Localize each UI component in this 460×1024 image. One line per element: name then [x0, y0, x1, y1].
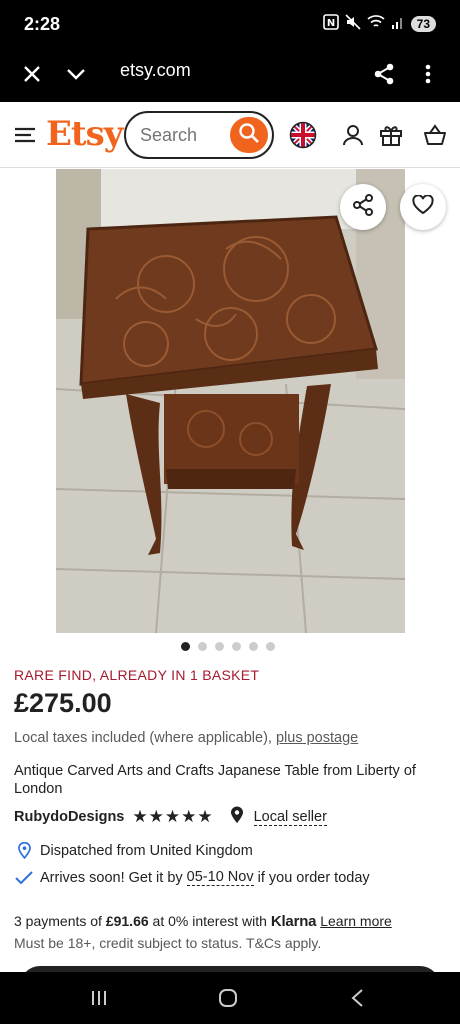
arrival-row: Arrives soon! Get it by 05-10 Nov if you… [14, 869, 370, 886]
klarna-amount: £91.66 [105, 913, 149, 929]
local-seller-link[interactable]: Local seller [253, 809, 327, 826]
location-pin-icon [230, 806, 244, 828]
carousel-dots[interactable] [181, 642, 275, 651]
checkmark-icon [14, 870, 34, 885]
gift-icon[interactable] [376, 120, 406, 150]
share-icon [352, 193, 374, 221]
account-icon[interactable] [338, 120, 368, 150]
wifi-icon [367, 14, 385, 33]
listing-title: Antique Carved Arts and Crafts Japanese … [14, 763, 416, 797]
rating-stars: ★★★★★ [132, 807, 214, 826]
plus-postage-link[interactable]: plus postage [276, 730, 358, 746]
dispatch-row: Dispatched from United Kingdom [14, 842, 253, 859]
uk-flag-icon[interactable] [288, 120, 318, 150]
etsy-logo[interactable]: Etsy [46, 114, 124, 154]
back-icon[interactable] [342, 986, 372, 1010]
close-icon[interactable] [14, 56, 50, 92]
nfc-icon: N [322, 14, 339, 33]
recents-icon[interactable] [84, 986, 114, 1010]
status-bar: 2:28 N 73 [0, 0, 460, 46]
location-pin-icon [14, 842, 34, 859]
search-icon [238, 122, 260, 149]
learn-more-link[interactable]: Learn more [320, 913, 392, 929]
battery-icon: 73 [410, 15, 436, 32]
klarna-prefix: 3 payments of [14, 913, 102, 929]
carousel-dot[interactable] [249, 642, 258, 651]
product-image[interactable] [56, 169, 405, 633]
basket-icon[interactable] [420, 120, 450, 150]
carousel-dot[interactable] [181, 642, 190, 651]
browser-toolbar: etsy.com [0, 46, 460, 102]
seller-row: RubydoDesigns ★★★★★ Local seller [14, 806, 327, 828]
more-vertical-icon[interactable] [410, 56, 446, 92]
share-icon[interactable] [366, 56, 402, 92]
home-icon[interactable] [213, 986, 243, 1010]
favorite-button[interactable] [400, 184, 446, 230]
search-bar[interactable] [124, 111, 274, 159]
tax-info: Local taxes included (where applicable),… [14, 730, 358, 746]
dispatch-text: Dispatched from United Kingdom [40, 842, 253, 859]
rare-find-badge: RARE FIND, ALREADY IN 1 BASKET [14, 667, 260, 683]
seller-name[interactable]: RubydoDesigns [14, 809, 124, 825]
mute-icon [345, 14, 361, 33]
tax-text: Local taxes included (where applicable), [14, 730, 272, 746]
menu-icon[interactable] [10, 120, 40, 150]
url-text[interactable]: etsy.com [120, 60, 191, 81]
klarna-mid: at 0% interest with [152, 913, 267, 929]
carousel-dot[interactable] [266, 642, 275, 651]
klarna-fine-print: Must be 18+, credit subject to status. T… [14, 935, 322, 951]
system-nav-bar [0, 972, 460, 1024]
heart-icon [412, 193, 434, 220]
klarna-info: 3 payments of £91.66 at 0% interest with… [14, 913, 392, 930]
carousel-dot[interactable] [198, 642, 207, 651]
price: £275.00 [14, 688, 112, 718]
svg-text:N: N [326, 18, 334, 29]
carousel-dot[interactable] [215, 642, 224, 651]
status-time: 2:28 [24, 14, 61, 34]
klarna-logo: Klarna [270, 913, 317, 930]
status-icons: N 73 [322, 14, 436, 33]
carousel-dot[interactable] [232, 642, 241, 651]
share-image-button[interactable] [340, 184, 386, 230]
search-input[interactable] [140, 125, 230, 146]
site-header: Etsy [0, 102, 460, 168]
chevron-down-icon[interactable] [58, 56, 94, 92]
arrives-suffix: if you order today [257, 869, 370, 886]
signal-icon [391, 14, 405, 33]
arrives-prefix: Arrives soon! Get it by [40, 869, 183, 886]
search-button[interactable] [230, 117, 268, 153]
arrival-date[interactable]: 05-10 Nov [186, 869, 254, 886]
